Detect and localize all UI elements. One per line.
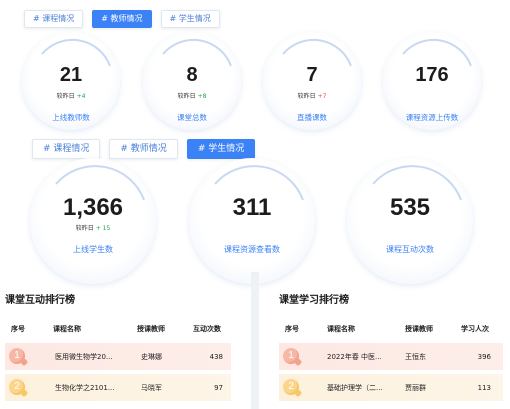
tab-course-status[interactable]: # 课程情况 (24, 10, 84, 28)
stat-compare: 较昨日 +4 (56, 93, 86, 100)
stat-label: 课程资源查看数 (224, 245, 280, 254)
rank-badge: 1 (9, 347, 25, 364)
col-course: 课程名称 (53, 325, 81, 333)
learning-count: 396 (477, 352, 491, 361)
course-name: 医用微生物学20... (55, 352, 113, 361)
stat-compare: 较昨日 + 15 (75, 225, 111, 232)
rank-cell: 1 (279, 347, 327, 367)
interaction-count: 438 (209, 352, 223, 361)
table-row[interactable]: 1 医用微生物学20... 史琳娜 438 (5, 343, 231, 370)
tab-teacher-status[interactable]: # 教师情况 (92, 10, 152, 28)
panel-divider (251, 272, 259, 409)
stat-value: 21 (59, 64, 83, 86)
col-teacher: 授课教师 (137, 325, 165, 333)
stat-value: 1,366 (62, 194, 124, 221)
course-name: 生物化学之2101... (55, 383, 115, 392)
col-count: 互动次数 (193, 325, 221, 333)
stat-value: 176 (415, 64, 449, 86)
col-rank: 序号 (285, 325, 299, 333)
stat-label: 课程互动次数 (386, 245, 434, 254)
stat-compare: 较昨日 +7 (297, 93, 327, 100)
stat-label: 课程资源上传数 (405, 113, 459, 122)
stat-value: 535 (389, 194, 431, 221)
rank-badge: 2 (283, 378, 299, 395)
course-name: 基础护理学（二... (327, 383, 383, 392)
table-row[interactable]: 1 2022年春 中医... 王恒东 396 (279, 343, 503, 370)
learning-count: 113 (477, 383, 491, 392)
stat-label: 上线学生数 (73, 245, 113, 254)
table-header: 序号 课程名称 授课教师 互动次数 (5, 322, 233, 336)
tab-student-status[interactable]: # 学生情况 (160, 10, 220, 28)
course-name: 2022年春 中医... (327, 352, 382, 361)
stat-live-classes: 7 较昨日 +7 直播课数 (263, 32, 361, 130)
rank-badge: 1 (283, 347, 299, 364)
col-count: 学习人次 (461, 325, 489, 333)
stat-label: 直播课数 (297, 113, 327, 122)
teacher-name: 史琳娜 (141, 352, 162, 361)
stat-total-classes: 8 较昨日 +8 课堂总数 (143, 32, 241, 130)
teacher-name: 王恒东 (405, 352, 426, 361)
stat-compare: 较昨日 +8 (177, 93, 207, 100)
stat-value: 7 (306, 64, 318, 86)
interaction-rank-title: 课堂互动排行榜 (5, 295, 75, 306)
col-rank: 序号 (11, 325, 25, 333)
tab-student-status[interactable]: # 学生情况 (186, 139, 256, 159)
stat-online-teachers: 21 较昨日 +4 上线教师数 (22, 32, 120, 130)
stat-online-students: 1,366 较昨日 + 15 上线学生数 (30, 158, 156, 284)
rank-cell: 2 (5, 378, 55, 398)
interaction-count: 97 (214, 383, 223, 392)
rank-cell: 1 (5, 347, 55, 367)
teacher-name: 贾丽群 (405, 383, 426, 392)
stat-resource-views: 311 课程资源查看数 (189, 158, 315, 284)
table-header: 序号 课程名称 授课教师 学习人次 (279, 322, 507, 336)
table-row[interactable]: 2 基础护理学（二... 贾丽群 113 (279, 374, 503, 401)
tab-course-status[interactable]: # 课程情况 (32, 139, 101, 159)
stat-label: 上线教师数 (52, 113, 90, 122)
top-tab-bar: # 课程情况 # 教师情况 # 学生情况 (24, 10, 220, 28)
stat-value: 311 (232, 194, 272, 221)
learning-rank-title: 课堂学习排行榜 (279, 295, 349, 306)
stat-interaction-count: 535 课程互动次数 (347, 158, 473, 284)
col-course: 课程名称 (327, 325, 355, 333)
col-teacher: 授课教师 (405, 325, 433, 333)
rank-cell: 2 (279, 378, 327, 398)
tab-teacher-status[interactable]: # 教师情况 (109, 139, 178, 159)
stat-resource-uploads: 176 课程资源上传数 (383, 32, 481, 130)
mid-tab-bar: # 课程情况 # 教师情况 # 学生情况 (32, 139, 256, 159)
stat-value: 8 (186, 64, 198, 86)
teacher-name: 马晓军 (141, 383, 162, 392)
rank-badge: 2 (9, 378, 25, 395)
table-row[interactable]: 2 生物化学之2101... 马晓军 97 (5, 374, 231, 401)
stat-label: 课堂总数 (177, 113, 207, 122)
